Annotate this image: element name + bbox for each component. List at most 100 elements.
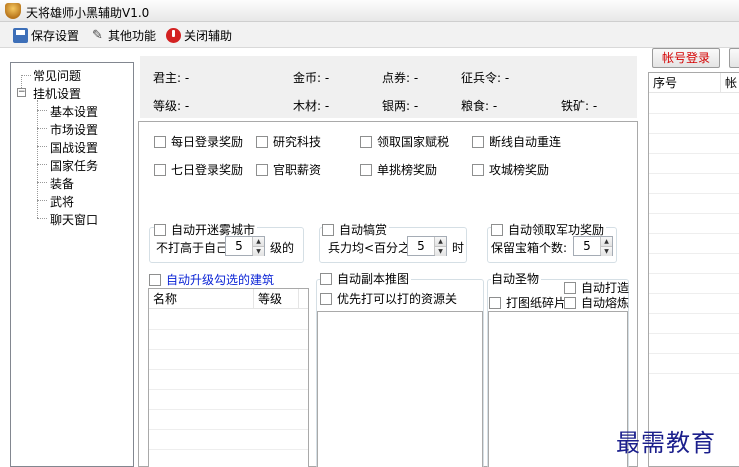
- close-helper-label: 关闭辅助: [184, 28, 233, 43]
- title-bar[interactable]: 天将雄师小黑辅助V1.0: [0, 0, 739, 22]
- stat-gold: 金币: -: [293, 71, 330, 85]
- tree-connector: [37, 128, 47, 129]
- fog-level-stepper[interactable]: 5 ▲ ▼: [225, 236, 265, 256]
- row-divider: [649, 213, 739, 214]
- building-list[interactable]: 名称 等级: [148, 288, 309, 467]
- stepper-up-icon[interactable]: ▲: [601, 237, 612, 246]
- checkbox-box[interactable]: [256, 136, 268, 148]
- siege-rank-checkbox[interactable]: 攻城榜奖励: [472, 161, 549, 178]
- keep-chests-stepper[interactable]: 5 ▲ ▼: [573, 236, 613, 256]
- checkbox-box[interactable]: [564, 297, 576, 309]
- other-functions-button[interactable]: ✎ 其他功能: [90, 26, 156, 44]
- daily-login-reward-checkbox[interactable]: 每日登录奖励: [154, 133, 243, 150]
- close-helper-button[interactable]: 关闭辅助: [166, 26, 232, 44]
- checkbox-box[interactable]: [472, 164, 484, 176]
- research-tech-label: 研究科技: [273, 135, 322, 149]
- reward-threshold-suffix: 时: [452, 241, 465, 255]
- row-divider: [649, 253, 739, 254]
- challenge-rank-checkbox[interactable]: 单挑榜奖励: [360, 161, 437, 178]
- other-functions-label: 其他功能: [108, 28, 157, 43]
- partial-button[interactable]: [729, 48, 739, 68]
- row-divider: [649, 153, 739, 154]
- stat-level: 等级: -: [153, 99, 190, 113]
- row-divider: [649, 273, 739, 274]
- auto-reconnect-checkbox[interactable]: 断线自动重连: [472, 133, 561, 150]
- auto-reward-checkbox[interactable]: 自动犒赏: [322, 221, 390, 238]
- seven-day-reward-checkbox[interactable]: 七日登录奖励: [154, 161, 243, 178]
- reward-threshold-value[interactable]: 5: [408, 237, 434, 255]
- auto-upgrade-buildings-checkbox[interactable]: 自动升级勾选的建筑: [149, 271, 274, 288]
- tree-item-basic-settings[interactable]: 基本设置: [50, 103, 98, 120]
- tree-connector: [37, 164, 47, 165]
- tree-collapse-toggle[interactable]: −: [17, 88, 26, 97]
- stepper-up-icon[interactable]: ▲: [435, 237, 446, 246]
- checkbox-box[interactable]: [320, 293, 332, 305]
- row-divider: [649, 353, 739, 354]
- checkbox-box[interactable]: [320, 273, 332, 285]
- daily-login-reward-label: 每日登录奖励: [171, 135, 244, 149]
- priority-resource-stage-checkbox[interactable]: 优先打可以打的资源关: [320, 290, 457, 307]
- column-header-level[interactable]: 等级: [254, 289, 299, 309]
- tree-item-generals[interactable]: 武将: [50, 193, 74, 210]
- keep-chests-value[interactable]: 5: [574, 237, 600, 255]
- auto-dungeon-checkbox[interactable]: 自动副本推图: [320, 270, 412, 287]
- column-header-account[interactable]: 帐: [721, 73, 739, 93]
- reward-threshold-stepper[interactable]: 5 ▲ ▼: [407, 236, 447, 256]
- stat-iron: 铁矿: -: [561, 99, 598, 113]
- tree-connector: [37, 218, 47, 219]
- tree-item-market-settings[interactable]: 市场设置: [50, 121, 98, 138]
- dungeon-list[interactable]: [317, 311, 483, 467]
- stat-wood: 木材: -: [293, 99, 330, 113]
- checkbox-box[interactable]: [360, 164, 372, 176]
- save-icon: [13, 27, 28, 43]
- checkbox-box[interactable]: [149, 274, 161, 286]
- tree-item-hangup[interactable]: 挂机设置: [33, 85, 81, 102]
- nav-tree[interactable]: 常见问题 − 挂机设置 基本设置 市场设置 国战设置 国家任务 装备 武将 聊天…: [10, 62, 134, 467]
- checkbox-box[interactable]: [322, 224, 334, 236]
- stepper-down-icon[interactable]: ▼: [253, 246, 264, 256]
- tree-connector: [21, 75, 31, 76]
- official-salary-checkbox[interactable]: 官职薪资: [256, 161, 321, 178]
- checkbox-box[interactable]: [491, 224, 503, 236]
- keep-chests-label: 保留宝箱个数:: [491, 241, 568, 255]
- auto-smelt-checkbox[interactable]: 自动熔炼: [564, 294, 629, 311]
- tree-item-chat-window[interactable]: 聊天窗口: [50, 211, 98, 228]
- tree-item-equipment[interactable]: 装备: [50, 175, 74, 192]
- checkbox-box[interactable]: [154, 164, 166, 176]
- app-icon: [5, 3, 21, 19]
- account-login-button[interactable]: 帐号登录: [652, 48, 720, 68]
- checkbox-box[interactable]: [256, 164, 268, 176]
- tree-item-faq[interactable]: 常见问题: [33, 67, 81, 84]
- checkbox-box[interactable]: [472, 136, 484, 148]
- row-divider: [649, 133, 739, 134]
- column-header-number[interactable]: 序号: [649, 73, 721, 93]
- tree-connector: [37, 146, 47, 147]
- checkbox-box[interactable]: [564, 282, 576, 294]
- save-settings-button[interactable]: 保存设置: [13, 26, 79, 44]
- tree-item-national-tasks[interactable]: 国家任务: [50, 157, 98, 174]
- checkbox-box[interactable]: [154, 224, 166, 236]
- fog-level-value[interactable]: 5: [226, 237, 252, 255]
- account-panel: 帐号登录 序号 帐: [640, 0, 739, 467]
- stat-silver: 银两: -: [382, 99, 419, 113]
- row-divider: [149, 429, 308, 430]
- stepper-up-icon[interactable]: ▲: [253, 237, 264, 246]
- tree-item-war-settings[interactable]: 国战设置: [50, 139, 98, 156]
- auto-upgrade-buildings-label: 自动升级勾选的建筑: [166, 273, 275, 287]
- column-header-name[interactable]: 名称: [149, 289, 254, 309]
- blueprint-fragments-checkbox[interactable]: 打图纸碎片: [489, 294, 566, 311]
- stepper-down-icon[interactable]: ▼: [435, 246, 446, 256]
- watermark-text: 最需教育: [616, 429, 716, 457]
- research-tech-checkbox[interactable]: 研究科技: [256, 133, 321, 150]
- checkbox-box[interactable]: [489, 297, 501, 309]
- checkbox-box[interactable]: [360, 136, 372, 148]
- auto-merit-reward-label: 自动领取军功奖励: [508, 223, 605, 237]
- account-list[interactable]: 序号 帐: [648, 72, 739, 467]
- collect-tax-checkbox[interactable]: 领取国家赋税: [360, 133, 449, 150]
- checkbox-box[interactable]: [154, 136, 166, 148]
- stepper-down-icon[interactable]: ▼: [601, 246, 612, 256]
- siege-rank-label: 攻城榜奖励: [489, 163, 550, 177]
- blueprint-fragments-label: 打图纸碎片: [506, 296, 567, 310]
- auto-relic-label: 自动圣物: [491, 270, 542, 287]
- relic-list[interactable]: [488, 311, 628, 467]
